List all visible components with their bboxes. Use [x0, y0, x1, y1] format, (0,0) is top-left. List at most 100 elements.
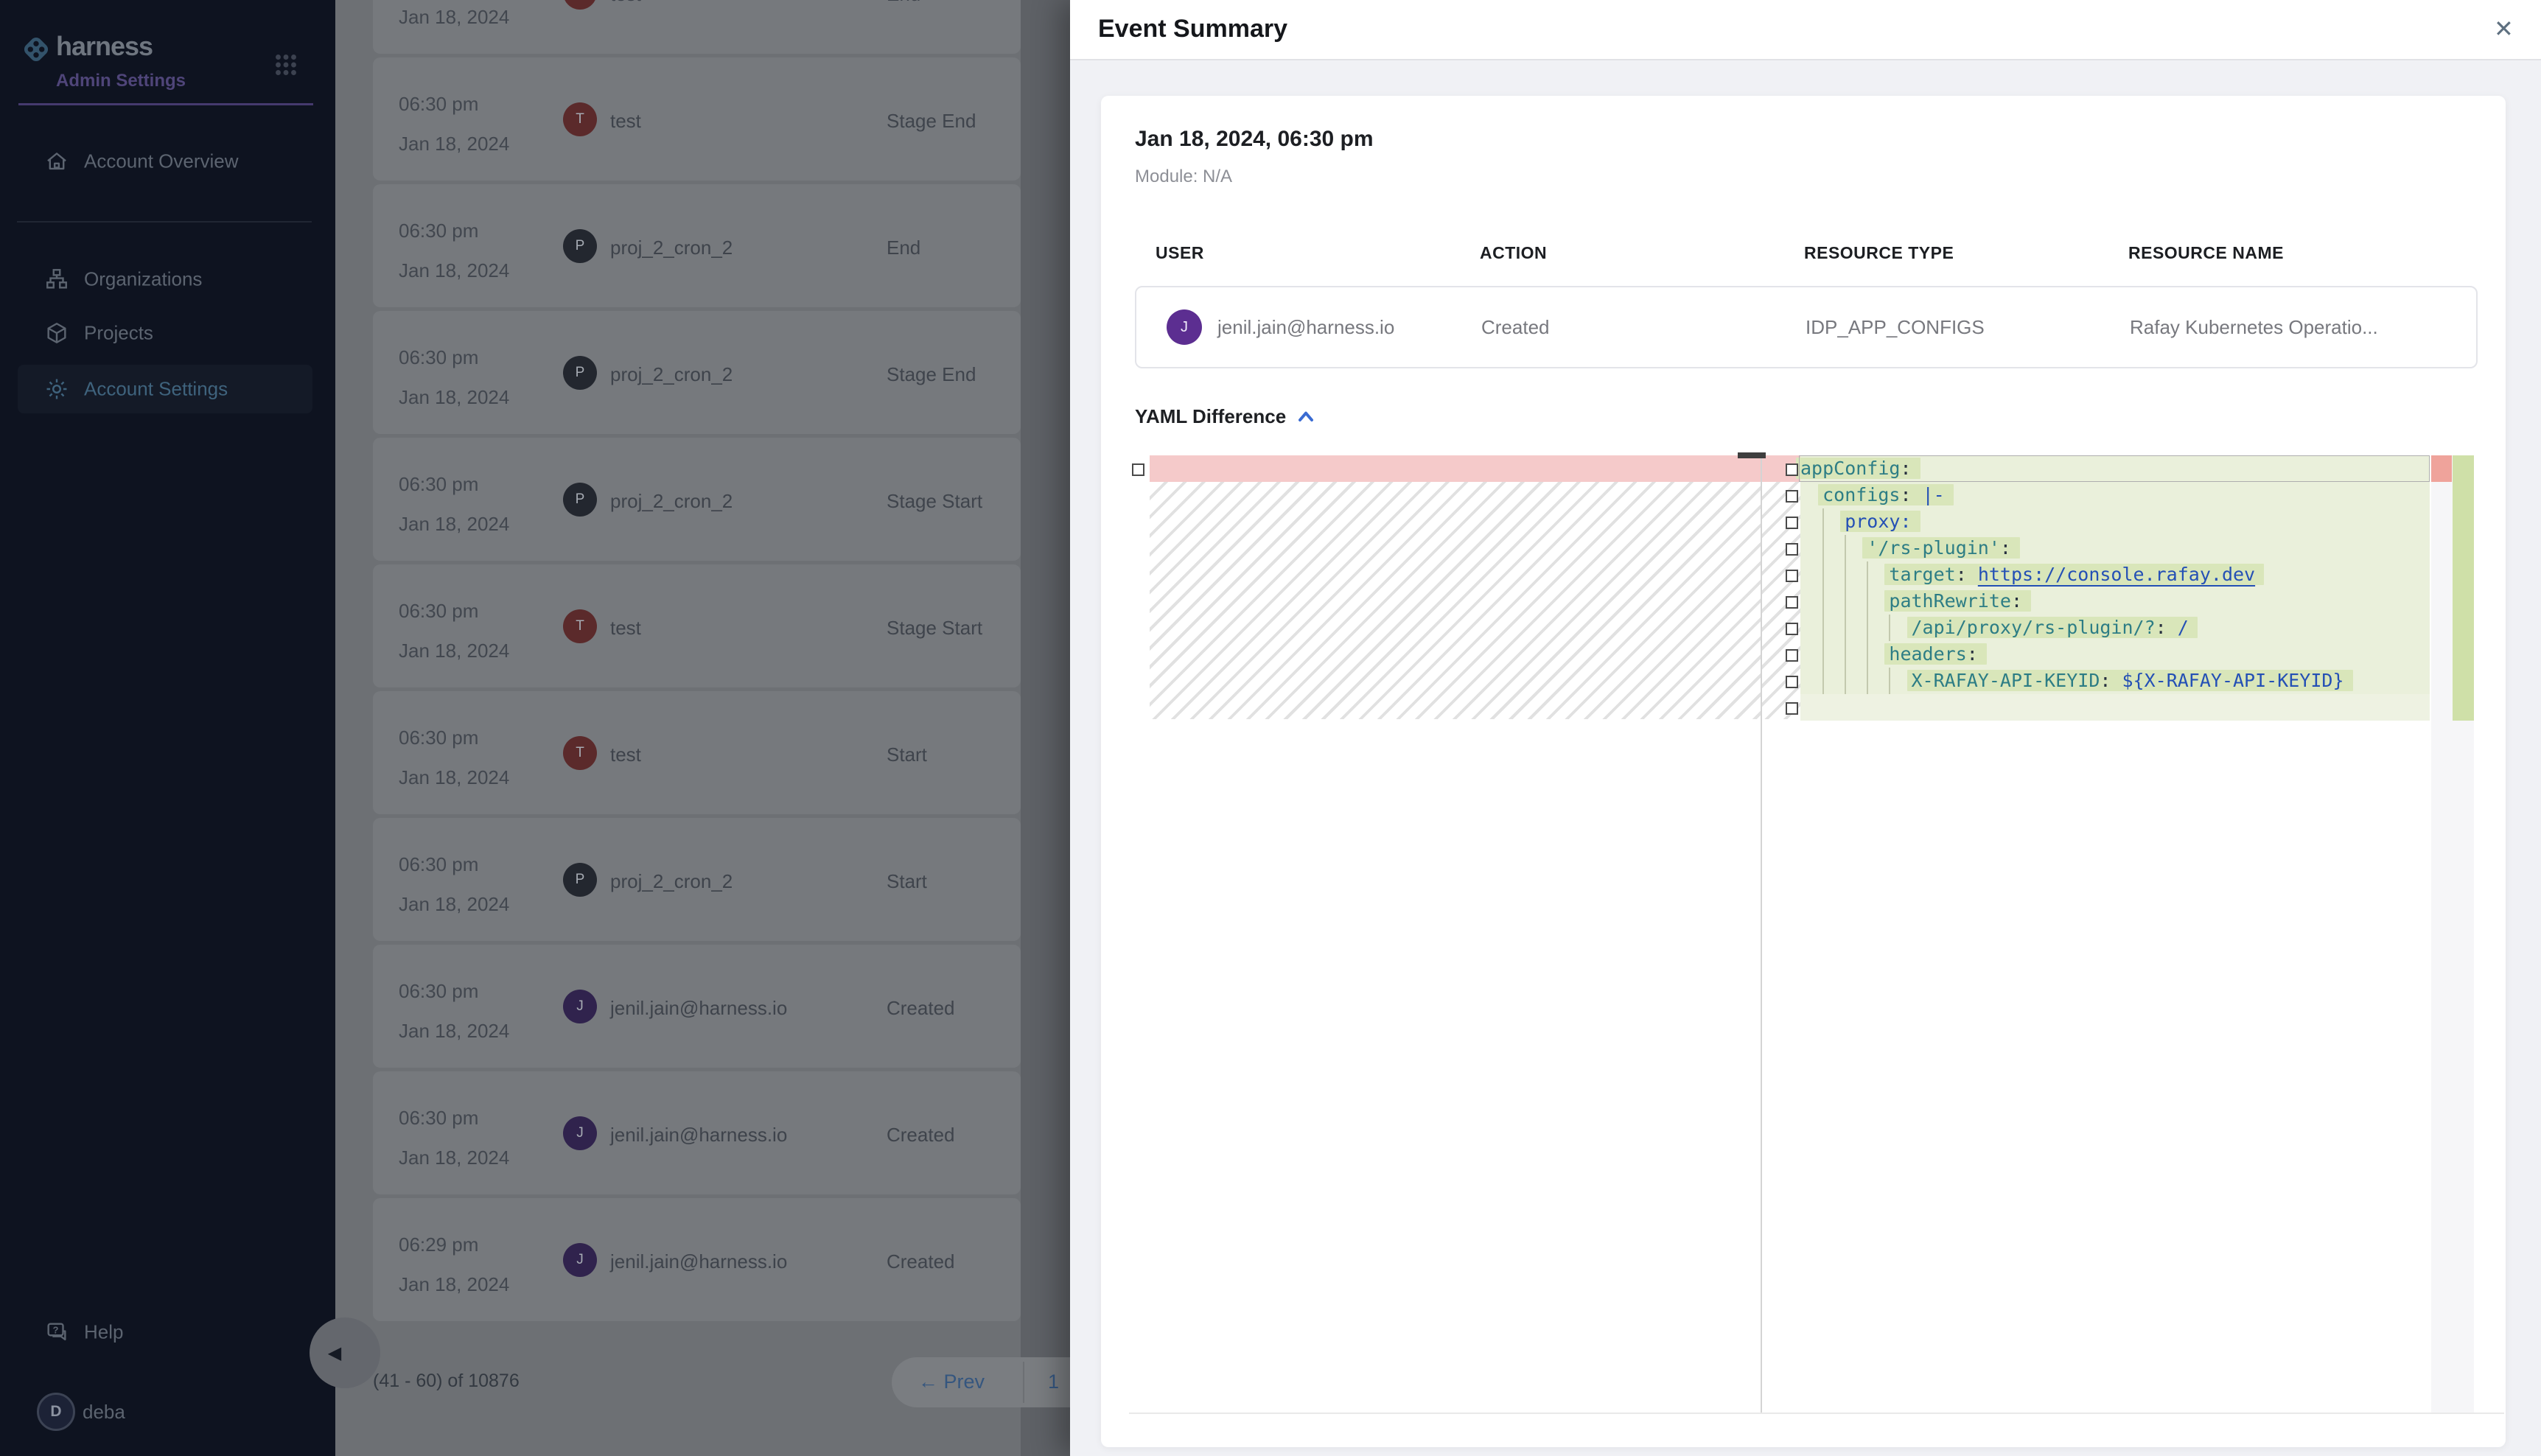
event-table-row[interactable]: J jenil.jain@harness.io Created IDP_APP_… — [1135, 286, 2478, 368]
row-time: 06:29 pm — [399, 1233, 478, 1256]
row-time: 06:30 pm — [399, 600, 478, 623]
diff-right-line-marker[interactable] — [1786, 570, 1798, 582]
diff-right-line-marker[interactable] — [1786, 676, 1798, 688]
row-avatar: P — [563, 483, 597, 517]
sidebar-item-label: Organizations — [84, 268, 202, 291]
column-header-resource-name: RESOURCE NAME — [2128, 243, 2284, 263]
sidebar-item-account-settings[interactable]: Account Settings — [18, 365, 312, 413]
pagination-divider — [1023, 1362, 1024, 1403]
diff-right-line-marker[interactable] — [1786, 463, 1798, 476]
pagination-range-label: (41 - 60) of 10876 — [373, 1371, 520, 1392]
org-icon — [44, 267, 69, 292]
prev-page-button[interactable]: ← Prev — [918, 1371, 985, 1393]
chevron-up-icon[interactable] — [1294, 405, 1318, 429]
yaml-token: '/rs-plugin' — [1867, 537, 2000, 559]
yaml-token: ${X-RAFAY-API-KEYID} — [2122, 670, 2343, 691]
pagination: ← Prev 1 — [892, 1357, 1070, 1407]
overview-added-marker — [2453, 455, 2474, 721]
yaml-code-line: '/rs-plugin': — [1867, 535, 2020, 561]
diff-sash-handle[interactable] — [1738, 452, 1766, 458]
audit-row[interactable]: 06:29 pm Jan 18, 2024 J jenil.jain@harne… — [373, 1198, 1021, 1321]
yaml-token: : — [1900, 458, 1911, 479]
user-avatar[interactable]: D — [37, 1393, 75, 1431]
yaml-token: / — [2178, 617, 2189, 638]
row-date: Jan 18, 2024 — [399, 133, 509, 155]
row-date: Jan 18, 2024 — [399, 513, 509, 536]
sidebar-item-label: Help — [84, 1321, 123, 1344]
sidebar-item-account-overview[interactable]: Account Overview — [18, 137, 312, 186]
event-summary-card: Jan 18, 2024, 06:30 pm Module: N/A USER … — [1101, 96, 2506, 1447]
yaml-link-value[interactable]: https://console.rafay.dev — [1978, 564, 2255, 585]
indent-guide — [1845, 588, 1846, 615]
yaml-diff-editor[interactable]: appConfig:configs: |-proxy:'/rs-plugin':… — [1129, 455, 2504, 1414]
audit-row[interactable]: 06:30 pm Jan 18, 2024 T test Start — [373, 691, 1021, 814]
row-user-name: test — [610, 743, 641, 766]
row-avatar: P — [563, 863, 597, 897]
audit-row[interactable]: 06:30 pm Jan 18, 2024 P proj_2_cron_2 St… — [373, 311, 1021, 434]
diff-right-line-marker[interactable] — [1786, 543, 1798, 556]
indent-guide — [1845, 641, 1846, 668]
close-icon[interactable]: ✕ — [2494, 15, 2514, 43]
diff-right-line-marker[interactable] — [1786, 490, 1798, 503]
row-time: 06:30 pm — [399, 93, 478, 116]
yaml-token: proxy: — [1845, 511, 1911, 532]
diff-left-line-marker[interactable] — [1132, 463, 1144, 476]
row-avatar: J — [563, 1116, 597, 1150]
row-user-name: test — [610, 617, 641, 640]
audit-row[interactable]: Jan 18, 2024 T test End — [373, 0, 1021, 54]
sidebar-item-label: Account Settings — [84, 378, 228, 401]
help-chat-icon: ? — [44, 1320, 69, 1345]
sidebar-item-projects[interactable]: Projects — [18, 309, 312, 357]
diff-right-line-marker[interactable] — [1786, 596, 1798, 609]
yaml-token: X-RAFAY-API-KEYID — [1912, 670, 2100, 691]
diff-right-line-marker[interactable] — [1786, 649, 1798, 662]
event-datetime: Jan 18, 2024, 06:30 pm — [1135, 127, 1374, 152]
audit-row[interactable]: 06:30 pm Jan 18, 2024 J jenil.jain@harne… — [373, 945, 1021, 1068]
yaml-difference-label: YAML Difference — [1135, 405, 1286, 428]
row-date: Jan 18, 2024 — [399, 893, 509, 916]
column-header-user: USER — [1156, 243, 1204, 263]
sidebar-item-help[interactable]: ? Help — [18, 1308, 312, 1357]
module-grid-icon[interactable] — [273, 52, 299, 78]
indent-guide — [1822, 641, 1824, 668]
yaml-token: target — [1889, 564, 1955, 585]
indent-guide — [1889, 668, 1890, 694]
row-date: Jan 18, 2024 — [399, 6, 509, 29]
sidebar-item-organizations[interactable]: Organizations — [18, 255, 312, 304]
row-action: Stage Start — [887, 617, 982, 640]
row-avatar: J — [563, 990, 597, 1023]
brand-name: harness — [56, 31, 153, 62]
row-user-name: proj_2_cron_2 — [610, 237, 733, 259]
column-header-action: ACTION — [1480, 243, 1547, 263]
event-user-avatar: J — [1167, 309, 1202, 345]
row-time: 06:30 pm — [399, 727, 478, 749]
row-action: End — [887, 0, 920, 6]
page-number-button[interactable]: 1 — [1048, 1371, 1059, 1393]
audit-row[interactable]: 06:30 pm Jan 18, 2024 J jenil.jain@harne… — [373, 1071, 1021, 1194]
diff-right-line-marker[interactable] — [1786, 623, 1798, 635]
diff-added-empty-line — [1800, 694, 2430, 721]
event-action: Created — [1481, 316, 1550, 339]
indent-guide — [1889, 615, 1890, 641]
indent-guide — [1845, 561, 1846, 588]
indent-guide — [1822, 588, 1824, 615]
yaml-code-line: pathRewrite: — [1889, 588, 2031, 615]
row-user-name: proj_2_cron_2 — [610, 363, 733, 386]
sidebar-collapse-handle[interactable]: ◀ — [310, 1317, 380, 1388]
audit-row[interactable]: 06:30 pm Jan 18, 2024 T test Stage End — [373, 57, 1021, 181]
diff-pane-divider[interactable] — [1761, 455, 1762, 1413]
row-action: Start — [887, 870, 927, 893]
column-header-resource-type: RESOURCE TYPE — [1804, 243, 1954, 263]
diff-right-line-marker[interactable] — [1786, 517, 1798, 529]
row-user-name: jenil.jain@harness.io — [610, 1250, 787, 1273]
event-resource-name: Rafay Kubernetes Operatio... — [2130, 316, 2378, 339]
overview-removed-marker — [2431, 455, 2452, 482]
diff-right-line-marker[interactable] — [1786, 702, 1798, 715]
row-date: Jan 18, 2024 — [399, 386, 509, 409]
audit-row[interactable]: 06:30 pm Jan 18, 2024 P proj_2_cron_2 St… — [373, 818, 1021, 941]
audit-row[interactable]: 06:30 pm Jan 18, 2024 P proj_2_cron_2 St… — [373, 438, 1021, 561]
indent-guide — [1867, 668, 1868, 694]
event-resource-type: IDP_APP_CONFIGS — [1806, 316, 1985, 339]
audit-row[interactable]: 06:30 pm Jan 18, 2024 T test Stage Start — [373, 564, 1021, 687]
audit-row[interactable]: 06:30 pm Jan 18, 2024 P proj_2_cron_2 En… — [373, 184, 1021, 307]
